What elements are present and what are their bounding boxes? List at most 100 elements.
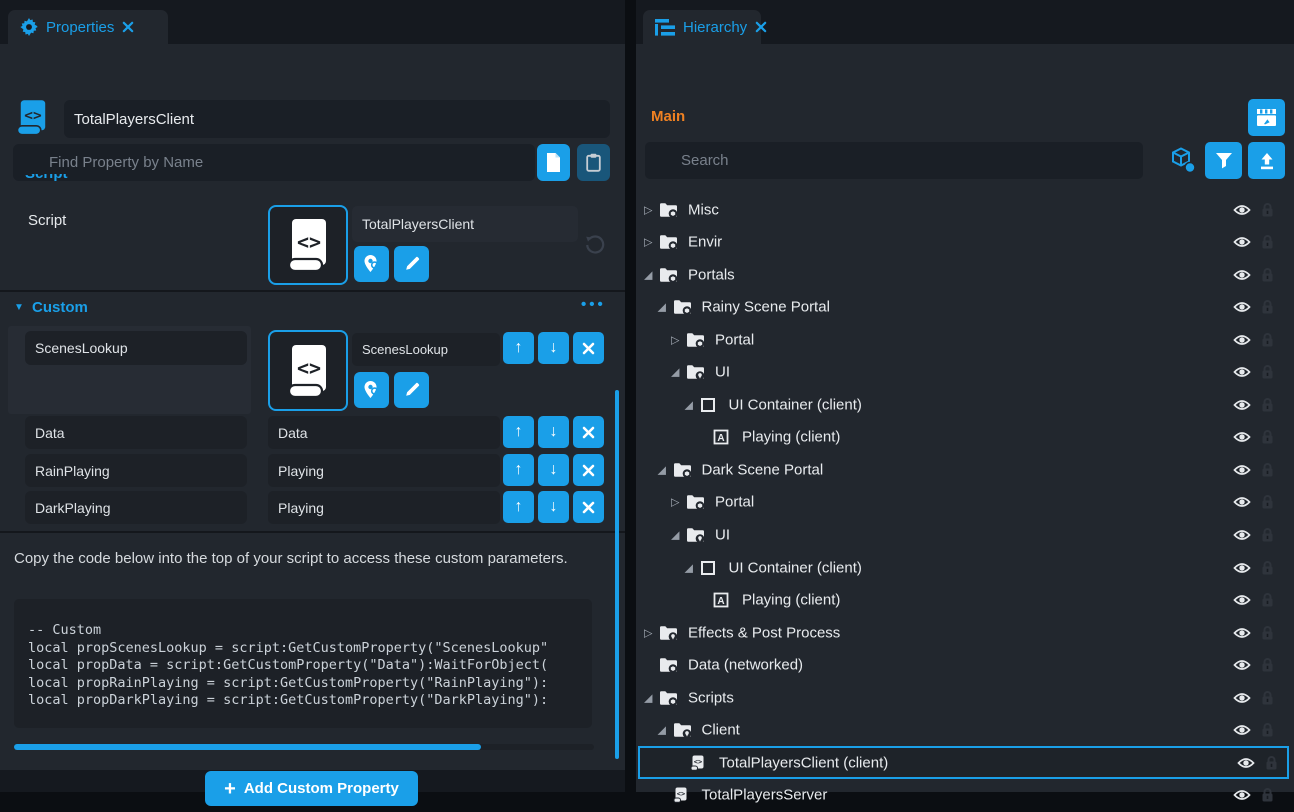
tree-item-portal[interactable]: ▷Portal xyxy=(636,486,1294,519)
reset-property-icon[interactable] xyxy=(584,235,605,256)
move-down-button[interactable]: ↓ xyxy=(538,332,569,364)
move-down-button[interactable]: ↓ xyxy=(538,454,569,486)
tree-item-ui[interactable]: ◢UI xyxy=(636,519,1294,552)
expand-arrow-icon[interactable]: ▷ xyxy=(671,496,679,509)
copy-properties-button[interactable] xyxy=(537,144,570,181)
lock-icon[interactable] xyxy=(1261,495,1274,510)
visibility-eye-icon[interactable] xyxy=(1233,724,1251,737)
custom-prop-value[interactable]: Playing xyxy=(268,491,500,524)
visibility-eye-icon[interactable] xyxy=(1233,203,1251,216)
tree-item-portal[interactable]: ▷Portal xyxy=(636,323,1294,356)
script-asset-slot[interactable]: <> xyxy=(268,205,348,285)
tree-item-dark-scene-portal[interactable]: ◢Dark Scene Portal xyxy=(636,453,1294,486)
tree-item-envir[interactable]: ▷Envir xyxy=(636,226,1294,259)
move-down-button[interactable]: ↓ xyxy=(538,491,569,523)
tree-item-ui[interactable]: ◢UI xyxy=(636,356,1294,389)
lock-icon[interactable] xyxy=(1261,267,1274,282)
tab-hierarchy[interactable]: Hierarchy xyxy=(643,10,761,44)
custom-prop-name[interactable]: ScenesLookup xyxy=(25,331,247,365)
delete-property-button[interactable] xyxy=(573,454,604,486)
section-menu-icon[interactable]: ••• xyxy=(581,296,606,313)
lock-icon[interactable] xyxy=(1261,202,1274,217)
custom-prop-value[interactable]: Data xyxy=(268,416,500,449)
lock-icon[interactable] xyxy=(1261,235,1274,250)
move-up-button[interactable]: ↑ xyxy=(503,416,534,448)
custom-prop-name[interactable]: Data xyxy=(25,416,247,449)
tab-properties[interactable]: Properties xyxy=(8,10,168,44)
horizontal-scrollbar-track[interactable] xyxy=(14,744,594,750)
visibility-eye-icon[interactable] xyxy=(1233,561,1251,574)
lock-icon[interactable] xyxy=(1261,625,1274,640)
object-name-input[interactable] xyxy=(64,100,610,138)
tree-item-ui-container-client[interactable]: ◢UI Container (client) xyxy=(636,551,1294,584)
tree-item-client[interactable]: ◢Client xyxy=(636,714,1294,747)
delete-property-button[interactable] xyxy=(573,491,604,523)
lock-icon[interactable] xyxy=(1261,397,1274,412)
visibility-eye-icon[interactable] xyxy=(1233,789,1251,802)
paste-properties-button[interactable] xyxy=(577,144,610,181)
visibility-eye-icon[interactable] xyxy=(1233,398,1251,411)
visibility-eye-icon[interactable] xyxy=(1233,236,1251,249)
tree-item-totalplayersserver[interactable]: <>TotalPlayersServer xyxy=(636,779,1294,812)
collapse-arrow-icon[interactable]: ◢ xyxy=(671,529,679,542)
lock-icon[interactable] xyxy=(1261,560,1274,575)
lock-icon[interactable] xyxy=(1261,462,1274,477)
lock-icon[interactable] xyxy=(1261,430,1274,445)
collapse-arrow-icon[interactable]: ◢ xyxy=(671,366,679,379)
move-up-button[interactable]: ↑ xyxy=(503,454,534,486)
lock-icon[interactable] xyxy=(1261,593,1274,608)
tree-item-rainy-scene-portal[interactable]: ◢Rainy Scene Portal xyxy=(636,291,1294,324)
expand-arrow-icon[interactable]: ▷ xyxy=(671,333,679,346)
visibility-eye-icon[interactable] xyxy=(1237,756,1255,769)
move-up-button[interactable]: ↑ xyxy=(503,332,534,364)
find-asset-button[interactable] xyxy=(354,246,389,282)
lock-icon[interactable] xyxy=(1261,365,1274,380)
lock-icon[interactable] xyxy=(1261,788,1274,803)
delete-property-button[interactable] xyxy=(573,332,604,364)
tree-item-playing-client[interactable]: APlaying (client) xyxy=(636,421,1294,454)
expand-arrow-icon[interactable]: ▷ xyxy=(644,203,652,216)
tree-item-data-networked[interactable]: Data (networked) xyxy=(636,649,1294,682)
delete-property-button[interactable] xyxy=(573,416,604,448)
tree-item-effects-post-process[interactable]: ▷Effects & Post Process xyxy=(636,616,1294,649)
tree-item-ui-container-client[interactable]: ◢UI Container (client) xyxy=(636,388,1294,421)
visibility-eye-icon[interactable] xyxy=(1233,333,1251,346)
visibility-eye-icon[interactable] xyxy=(1233,496,1251,509)
visibility-eye-icon[interactable] xyxy=(1233,529,1251,542)
close-icon[interactable] xyxy=(755,21,767,33)
tree-item-totalplayersclient-client[interactable]: <>TotalPlayersClient (client) xyxy=(638,746,1289,779)
tree-item-playing-client[interactable]: APlaying (client) xyxy=(636,584,1294,617)
collapse-arrow-icon[interactable]: ◢ xyxy=(658,724,666,737)
collapse-arrow-icon[interactable]: ◢ xyxy=(658,463,666,476)
collapse-arrow-icon[interactable]: ◢ xyxy=(685,561,693,574)
collapse-arrow-icon[interactable]: ◢ xyxy=(685,398,693,411)
visibility-eye-icon[interactable] xyxy=(1233,268,1251,281)
visibility-eye-icon[interactable] xyxy=(1233,463,1251,476)
collapse-arrow-icon[interactable]: ◢ xyxy=(644,268,652,281)
lock-icon[interactable] xyxy=(1261,332,1274,347)
move-up-button[interactable]: ↑ xyxy=(503,491,534,523)
find-asset-button[interactable] xyxy=(354,372,389,408)
tree-item-portals[interactable]: ◢Portals xyxy=(636,258,1294,291)
tree-item-scripts[interactable]: ◢Scripts xyxy=(636,681,1294,714)
vertical-scrollbar-thumb[interactable] xyxy=(615,390,619,759)
collapse-arrow-icon[interactable]: ◢ xyxy=(644,691,652,704)
visibility-eye-icon[interactable] xyxy=(1233,626,1251,639)
tree-item-misc[interactable]: ▷Misc xyxy=(636,193,1294,226)
expand-arrow-icon[interactable]: ▷ xyxy=(644,626,652,639)
visibility-eye-icon[interactable] xyxy=(1233,691,1251,704)
add-custom-property-button[interactable]: + Add Custom Property xyxy=(205,771,418,806)
visibility-eye-icon[interactable] xyxy=(1233,659,1251,672)
visibility-eye-icon[interactable] xyxy=(1233,301,1251,314)
visibility-eye-icon[interactable] xyxy=(1233,594,1251,607)
visibility-eye-icon[interactable] xyxy=(1233,431,1251,444)
edit-script-button[interactable] xyxy=(394,372,429,408)
custom-asset-slot[interactable]: <> xyxy=(268,330,348,411)
lock-icon[interactable] xyxy=(1261,658,1274,673)
custom-prop-name[interactable]: RainPlaying xyxy=(25,454,247,487)
horizontal-scrollbar-thumb[interactable] xyxy=(14,744,481,750)
lock-icon[interactable] xyxy=(1261,690,1274,705)
lock-icon[interactable] xyxy=(1261,300,1274,315)
expand-arrow-icon[interactable]: ▷ xyxy=(644,236,652,249)
lock-icon[interactable] xyxy=(1265,755,1278,770)
